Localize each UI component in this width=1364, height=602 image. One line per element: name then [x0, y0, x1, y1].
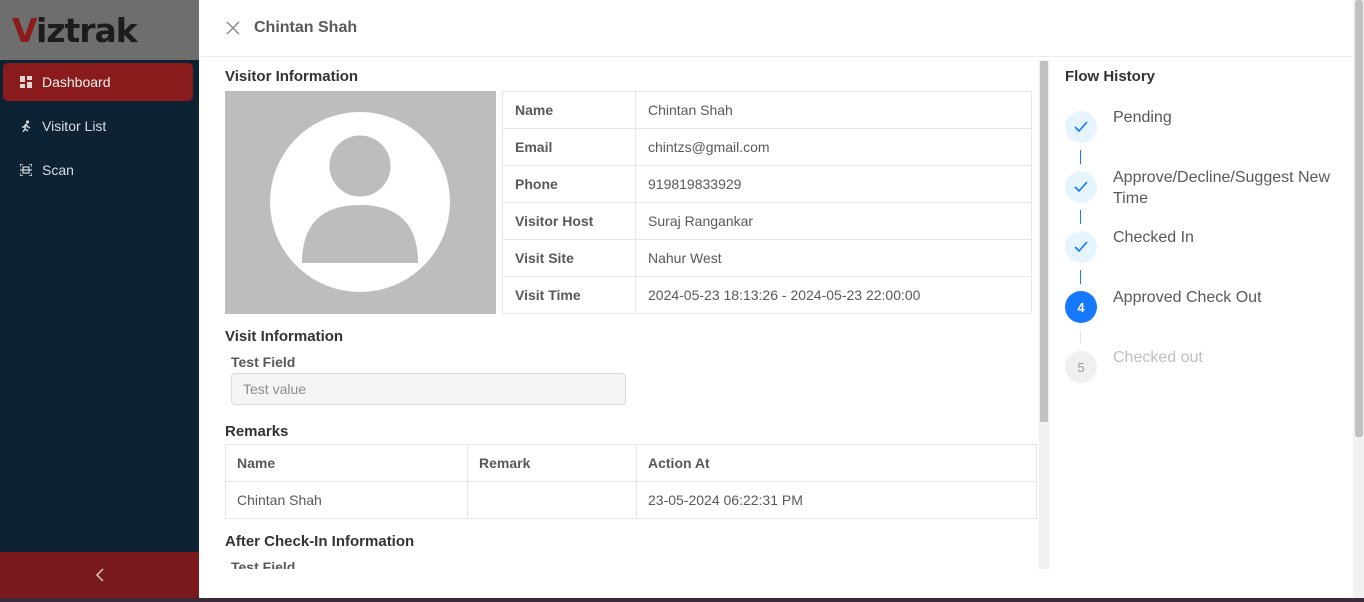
- visit-info-title: Visit Information: [225, 328, 344, 345]
- drawer-content[interactable]: Visitor Information Name Chintan Shah Ema…: [225, 57, 1037, 569]
- sidebar-item-label: Visitor List: [42, 118, 107, 134]
- app-logo[interactable]: Viztrak: [0, 0, 199, 60]
- sidebar-nav: Dashboard Visitor List Scan: [0, 63, 199, 195]
- sidebar-item-dashboard[interactable]: Dashboard: [3, 63, 193, 101]
- user-avatar-icon: [270, 112, 450, 292]
- sidebar-item-scan[interactable]: Scan: [3, 151, 193, 189]
- step-connector: [1080, 330, 1081, 344]
- info-label: Phone: [502, 165, 636, 203]
- step-connector: [1080, 150, 1081, 164]
- flow-step-label: Checked out: [1113, 349, 1203, 366]
- table-header-row: Name Remark Action At: [225, 444, 1037, 482]
- visitor-photo: [225, 91, 496, 314]
- page-scrollbar[interactable]: [1353, 0, 1364, 602]
- info-value: 919819833929: [635, 165, 1032, 203]
- scrollbar-thumb[interactable]: [1040, 61, 1048, 422]
- chevron-left-icon: [95, 567, 105, 587]
- info-value: Nahur West: [635, 239, 1032, 277]
- table-row: Visit Time 2024-05-23 18:13:26 - 2024-05-…: [502, 276, 1032, 314]
- info-value: chintzs@gmail.com: [635, 128, 1032, 166]
- table-row: Visitor Host Suraj Rangankar: [502, 202, 1032, 240]
- remark-cell-remark: [467, 481, 637, 519]
- remark-cell-action-at: 23-05-2024 06:22:31 PM: [636, 481, 1037, 519]
- flow-step-label: Approved Check Out: [1113, 289, 1262, 306]
- info-value: Chintan Shah: [635, 91, 1032, 129]
- drawer-header: Chintan Shah: [201, 0, 1352, 57]
- column-header: Action At: [636, 444, 1037, 482]
- flow-history-title: Flow History: [1065, 68, 1156, 85]
- logo-text: Viztrak: [12, 10, 138, 50]
- check-icon: [1065, 171, 1097, 203]
- visitor-detail-drawer: Chintan Shah Visitor Information Name Chi…: [201, 0, 1352, 598]
- remarks-title: Remarks: [225, 423, 289, 440]
- drawer-title: Chintan Shah: [254, 19, 358, 36]
- info-label: Email: [502, 128, 636, 166]
- info-label: Visit Site: [502, 239, 636, 277]
- info-value: Suraj Rangankar: [635, 202, 1032, 240]
- step-number-badge: 4: [1065, 291, 1097, 323]
- info-label: Visit Time: [502, 276, 636, 314]
- after-checkin-field-label: Test Field: [231, 559, 296, 569]
- flow-step-label: Approve/Decline/Suggest New Time: [1113, 169, 1331, 207]
- remark-cell-name: Chintan Shah: [225, 481, 468, 519]
- visitor-info-table: Name Chintan Shah Email chintzs@gmail.com …: [502, 91, 1032, 314]
- check-icon: [1065, 111, 1097, 143]
- table-row: Visit Site Nahur West: [502, 239, 1032, 277]
- info-label: Visitor Host: [502, 202, 636, 240]
- flow-step-label: Pending: [1113, 109, 1172, 126]
- table-row: Chintan Shah 23-05-2024 06:22:31 PM: [225, 481, 1037, 519]
- sidebar-item-label: Dashboard: [42, 74, 111, 90]
- check-icon: [1065, 231, 1097, 263]
- column-header: Remark: [467, 444, 637, 482]
- step-connector: [1080, 270, 1081, 284]
- page-scrollbar-thumb[interactable]: [1355, 0, 1363, 437]
- table-row: Phone 919819833929: [502, 165, 1032, 203]
- scan-icon: [20, 164, 32, 176]
- test-field-label: Test Field: [231, 354, 296, 370]
- visitor-info-title: Visitor Information: [225, 68, 359, 85]
- table-row: Email chintzs@gmail.com: [502, 128, 1032, 166]
- info-label: Name: [502, 91, 636, 129]
- visitor-list-icon: [20, 120, 32, 132]
- step-connector: [1080, 210, 1081, 224]
- content-scrollbar[interactable]: [1039, 60, 1049, 569]
- sidebar-collapse-button[interactable]: [0, 552, 199, 602]
- after-checkin-title: After Check-In Information: [225, 533, 415, 550]
- table-row: Name Chintan Shah: [502, 91, 1032, 129]
- sidebar-item-label: Scan: [42, 162, 74, 178]
- sidebar-item-visitor-list[interactable]: Visitor List: [3, 107, 193, 145]
- column-header: Name: [225, 444, 468, 482]
- remarks-table: Name Remark Action At Chintan Shah 23-05…: [225, 444, 1037, 519]
- window-bottom-border: [0, 598, 1364, 602]
- sidebar: Viztrak Dashboard Visitor List Scan: [0, 0, 199, 602]
- info-value: 2024-05-23 18:13:26 - 2024-05-23 22:00:0…: [635, 276, 1032, 314]
- step-number-badge: 5: [1065, 351, 1097, 383]
- flow-step-label: Checked In: [1113, 229, 1194, 246]
- test-field-input[interactable]: [231, 373, 626, 405]
- dashboard-icon: [20, 76, 32, 88]
- close-icon[interactable]: [225, 20, 241, 36]
